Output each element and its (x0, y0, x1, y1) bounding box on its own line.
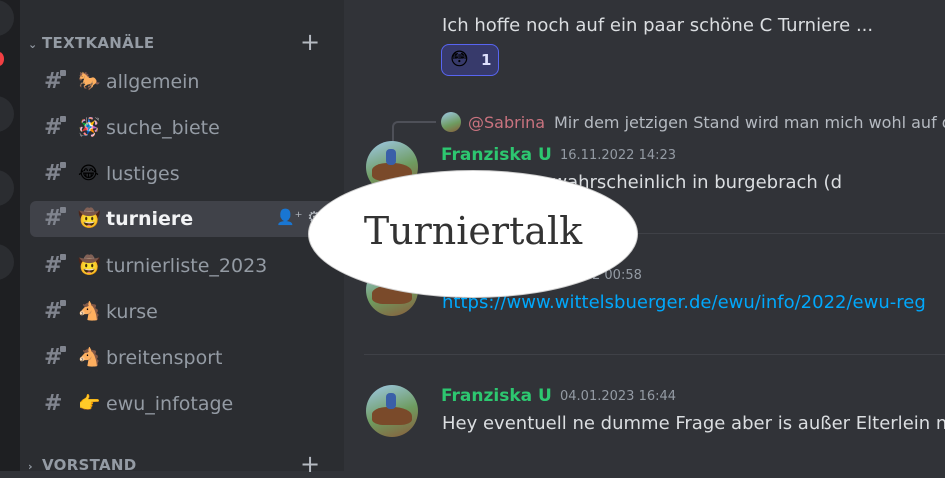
channel-name: allgemein (106, 71, 200, 93)
category-textkanaele[interactable]: ⌄ TEXTKANÄLE (28, 34, 154, 52)
server-icon[interactable] (0, 0, 14, 36)
lock-icon (60, 346, 66, 352)
channel-emoji: 🤠 (78, 208, 101, 229)
server-icon[interactable] (0, 244, 14, 280)
server-icon[interactable] (0, 96, 14, 132)
reply-preview[interactable]: Mir dem jetzigen Stand wird man mich woh… (554, 113, 945, 132)
message-timestamp: 16.11.2022 14:23 (560, 148, 677, 163)
channel-breitensport[interactable]: # 🐴 breitensport (30, 340, 334, 376)
overlay-label: Turniertalk (363, 209, 583, 253)
hashtag-icon: # (44, 391, 63, 416)
lock-icon (60, 300, 66, 306)
channel-name: ewu_infotage (106, 393, 234, 415)
server-rail (0, 0, 20, 471)
lock-icon (60, 162, 66, 168)
title-overlay: Turniertalk (308, 170, 638, 298)
message-author[interactable]: Franziska U (441, 386, 552, 406)
avatar[interactable] (366, 385, 418, 437)
category-vorstand[interactable]: › VORSTAND (28, 456, 137, 474)
message-author[interactable]: Franziska U (441, 145, 552, 165)
channel-emoji: 🐴 (78, 347, 101, 368)
add-channel-button[interactable]: + (300, 30, 320, 54)
chevron-right-icon: › (28, 460, 33, 473)
channel-lustiges[interactable]: # 😂 lustiges (30, 156, 334, 192)
channel-name: turnierliste_2023 (106, 255, 268, 277)
channel-emoji: 🤠 (78, 255, 101, 276)
reply-avatar[interactable] (441, 112, 461, 132)
channel-suche-biete[interactable]: # 🪅 suche_biete (30, 110, 334, 146)
reply-mention[interactable]: @Sabrina (468, 113, 545, 132)
lock-icon (60, 254, 66, 260)
channel-emoji: 🪅 (78, 117, 101, 138)
channel-name: kurse (106, 301, 158, 323)
channel-name: breitensport (106, 347, 223, 369)
channel-emoji: 👉 (78, 393, 101, 414)
reaction-button[interactable]: 😳 1 (441, 44, 499, 76)
message-text: Ich hoffe noch auf ein paar schöne C Tur… (442, 15, 874, 36)
channel-emoji: 😂 (78, 163, 100, 184)
message-timestamp: 04.01.2023 16:44 (560, 389, 677, 404)
server-icon[interactable] (0, 170, 14, 206)
lock-icon (60, 70, 66, 76)
channel-emoji: 🐴 (78, 301, 101, 322)
channel-emoji: 🐎 (78, 71, 101, 92)
lock-icon (60, 207, 66, 213)
message-text: Hey eventuell ne dumme Frage aber is auß… (442, 413, 945, 434)
channel-turniere[interactable]: # 🤠 turniere 👤⁺ ⚙ (30, 201, 334, 237)
channel-name: lustiges (106, 163, 180, 185)
channel-ewu-infotage[interactable]: # 👉 ewu_infotage (30, 386, 334, 422)
channel-allgemein[interactable]: # 🐎 allgemein (30, 64, 334, 100)
add-channel-button[interactable]: + (300, 452, 320, 476)
chevron-down-icon: ⌄ (28, 38, 38, 51)
reply-connector (392, 121, 436, 143)
flushed-face-icon: 😳 (450, 49, 469, 70)
lock-icon (60, 116, 66, 122)
channel-sidebar: ⌄ TEXTKANÄLE + # 🐎 allgemein # 🪅 suche_bi… (20, 0, 344, 476)
channel-name: suche_biete (106, 117, 220, 139)
notification-badge (0, 52, 4, 66)
reaction-count: 1 (481, 51, 492, 69)
channel-name: turniere (106, 208, 194, 230)
channel-turnierliste-2023[interactable]: # 🤠 turnierliste_2023 (30, 248, 334, 284)
channel-kurse[interactable]: # 🐴 kurse (30, 294, 334, 330)
message-divider (364, 354, 945, 355)
